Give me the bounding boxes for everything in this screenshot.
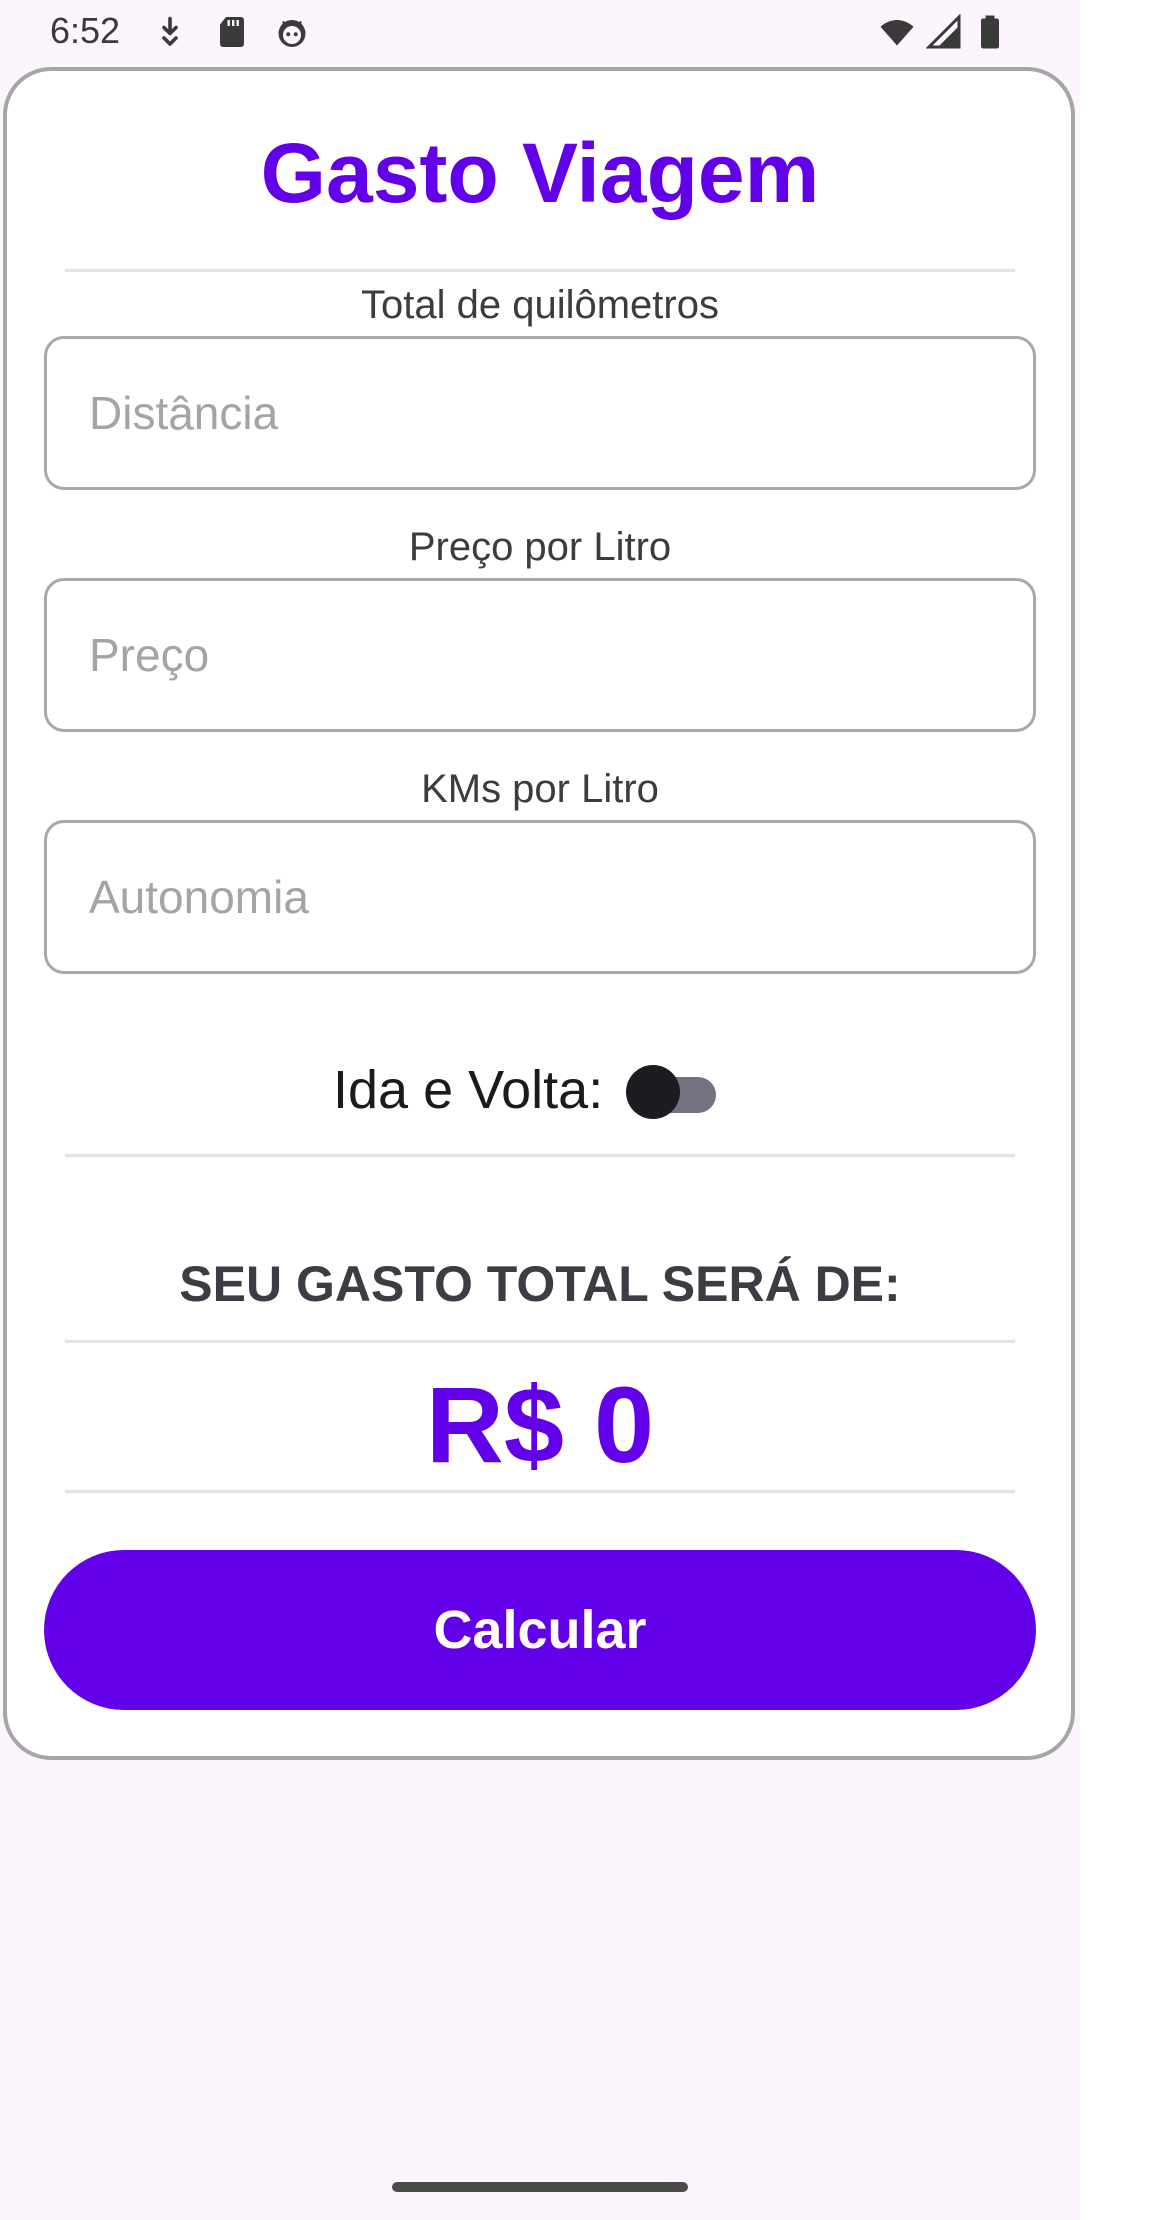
price-input[interactable] [44, 578, 1036, 732]
total-cost-value: R$ 0 [425, 1364, 655, 1485]
divider [65, 1154, 1015, 1157]
autonomy-label: KMs por Litro [421, 767, 659, 811]
divider [65, 269, 1015, 272]
divider [65, 1490, 1015, 1493]
home-indicator[interactable] [392, 2182, 688, 2192]
divider [65, 1340, 1015, 1343]
android-face-icon [278, 20, 306, 47]
result-heading: SEU GASTO TOTAL SERÁ DE: [179, 1256, 901, 1312]
round-trip-label: Ida e Volta: [333, 1060, 604, 1120]
status-time: 6:52 [50, 10, 121, 51]
autonomy-input[interactable] [44, 820, 1036, 974]
battery-icon [981, 15, 999, 49]
wifi-icon [880, 20, 914, 46]
sd-card-icon [220, 17, 244, 47]
download-arrow-icon [162, 16, 178, 46]
page-title: Gasto Viagem [260, 126, 820, 220]
calculate-button[interactable]: Calcular [44, 1550, 1036, 1710]
round-trip-toggle[interactable] [626, 1060, 716, 1120]
round-trip-row: Ida e Volta: [0, 1050, 1080, 1130]
cell-signal-icon [926, 14, 961, 49]
distance-input[interactable] [44, 336, 1036, 490]
toggle-thumb [626, 1065, 680, 1119]
price-label: Preço por Litro [408, 525, 672, 569]
distance-label: Total de quilômetros [361, 283, 719, 327]
app-screen: 6:52 Gasto Viagem Total de quilômetros D… [0, 0, 1080, 2220]
status-bar: 6:52 [0, 0, 1080, 66]
